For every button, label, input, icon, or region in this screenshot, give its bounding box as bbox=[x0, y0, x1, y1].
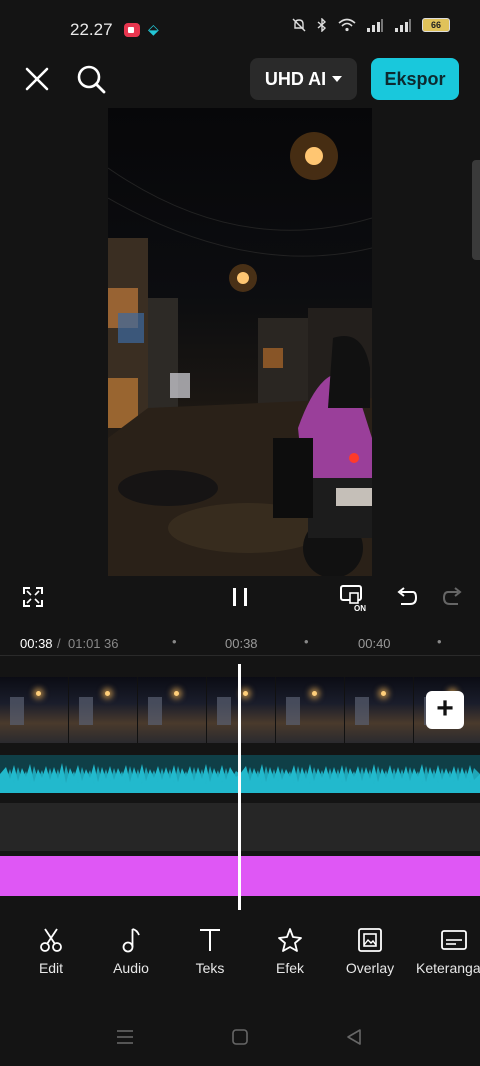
toolbar-item-effects[interactable]: Efek bbox=[250, 926, 330, 976]
bottom-toolbar: Edit Audio Teks Efek Overlay Keteranga bbox=[0, 926, 480, 996]
wifi-icon bbox=[338, 18, 356, 32]
video-thumbnail bbox=[207, 677, 276, 743]
ruler-tick-label: 36 bbox=[104, 636, 119, 651]
search-icon[interactable] bbox=[74, 62, 108, 96]
close-icon[interactable] bbox=[22, 64, 52, 94]
video-thumbnail bbox=[69, 677, 138, 743]
video-thumbnail bbox=[138, 677, 207, 743]
back-icon[interactable] bbox=[345, 1028, 363, 1046]
overlay-image-icon bbox=[358, 928, 382, 952]
export-button[interactable]: Ekspor bbox=[371, 58, 459, 100]
street-scene-image bbox=[108, 132, 372, 576]
toolbar-item-captions[interactable]: Keteranga bbox=[412, 926, 480, 976]
signal-1-icon bbox=[367, 19, 383, 32]
toolbar-label: Efek bbox=[275, 960, 304, 976]
status-bar: 22.27 ⬙ 66 bbox=[0, 0, 480, 58]
total-time: 01:01 bbox=[68, 636, 101, 651]
ruler-divider bbox=[0, 655, 480, 656]
battery-icon: 66 bbox=[422, 18, 450, 32]
toolbar-label: Edit bbox=[38, 960, 64, 976]
playhead[interactable] bbox=[238, 664, 241, 910]
undo-icon[interactable] bbox=[395, 586, 417, 608]
toolbar-label: Teks bbox=[195, 960, 225, 976]
status-time: 22.27 bbox=[70, 20, 113, 39]
toolbar-item-overlay[interactable]: Overlay bbox=[330, 926, 410, 976]
text-icon bbox=[200, 929, 220, 951]
home-icon[interactable] bbox=[231, 1028, 249, 1046]
recent-apps-icon[interactable] bbox=[116, 1028, 134, 1046]
toolbar-label: Audio bbox=[113, 960, 149, 976]
add-clip-button[interactable]: + bbox=[426, 691, 464, 729]
toolbar-label: Overlay bbox=[345, 960, 395, 976]
caret-down-icon bbox=[332, 76, 343, 82]
sparkle-star-icon bbox=[278, 928, 302, 952]
mute-bell-icon bbox=[292, 18, 306, 32]
pause-icon[interactable] bbox=[230, 586, 250, 608]
toolbar-item-text[interactable]: Teks bbox=[170, 926, 250, 976]
preview-on-icon[interactable]: ON bbox=[338, 582, 370, 614]
video-thumbnail bbox=[276, 677, 345, 743]
app-notification-icon: ⬙ bbox=[148, 21, 159, 37]
scissors-icon bbox=[40, 928, 62, 952]
video-thumbnail bbox=[0, 677, 69, 743]
toolbar-label: Keteranga bbox=[416, 960, 480, 976]
redo-icon[interactable] bbox=[442, 586, 464, 608]
signal-2-icon bbox=[395, 19, 411, 32]
bluetooth-icon bbox=[317, 18, 327, 32]
timeline-ruler: 00:38 / 01:01 36 • 00:38 • 00:40 • bbox=[0, 630, 480, 656]
music-note-icon bbox=[122, 928, 140, 953]
fullscreen-icon[interactable] bbox=[22, 586, 44, 608]
ruler-dot: • bbox=[437, 634, 442, 649]
video-preview[interactable] bbox=[108, 108, 372, 576]
screen-record-icon bbox=[124, 23, 140, 37]
toolbar-item-audio[interactable]: Audio bbox=[91, 926, 171, 976]
svg-text:ON: ON bbox=[354, 604, 366, 613]
quality-dropdown[interactable]: UHD AI bbox=[250, 58, 357, 100]
video-thumbnail bbox=[345, 677, 414, 743]
ruler-tick-label: 00:40 bbox=[358, 636, 391, 651]
ruler-dot: • bbox=[172, 634, 177, 649]
current-time: 00:38 bbox=[20, 636, 53, 651]
toolbar-item-edit[interactable]: Edit bbox=[11, 926, 91, 976]
side-scroll-handle[interactable] bbox=[472, 160, 480, 260]
caption-icon bbox=[441, 930, 467, 950]
preview-controls: ON bbox=[0, 580, 480, 616]
system-nav-bar bbox=[0, 1018, 480, 1058]
system-icons: 66 bbox=[292, 18, 450, 32]
ruler-dot: • bbox=[304, 634, 309, 649]
ruler-tick-label: 00:38 bbox=[225, 636, 258, 651]
quality-label: UHD AI bbox=[264, 68, 327, 89]
time-separator: / bbox=[57, 636, 61, 651]
